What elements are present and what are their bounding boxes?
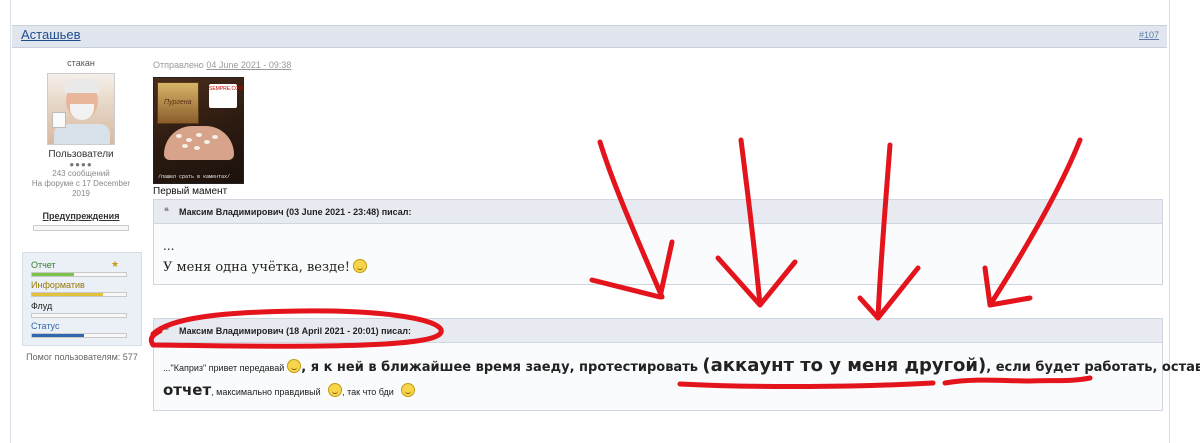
signature-badge-text: SEMPRE.COM xyxy=(209,86,244,92)
cup-icon xyxy=(52,112,66,128)
rep-bar-otchet xyxy=(31,272,127,277)
rep-label-status: Статус xyxy=(31,321,60,331)
quote1-text: У меня одна учётка, везде! xyxy=(163,259,368,275)
rep-label-informativ: Информатив xyxy=(31,280,85,290)
quote2-part3: (аккаунт то у меня другой) xyxy=(702,355,987,376)
signature-badge: SEMPRE.COM xyxy=(209,84,244,108)
rep-label-flud: Флуд xyxy=(31,301,53,311)
posted-date: Отправлено 04 June 2021 - 09:38 xyxy=(153,60,291,70)
rep-bar-flud xyxy=(31,313,127,318)
cool-icon xyxy=(328,383,343,397)
warnings-bar xyxy=(33,225,129,231)
post-number-link[interactable]: #107 xyxy=(1139,30,1159,40)
bean xyxy=(194,146,200,150)
quote-icon: ❝ xyxy=(164,206,169,216)
medal-icon: ★ xyxy=(111,259,120,269)
user-group: Пользователи xyxy=(48,149,114,160)
quote2-part2: , я к ней в ближайшее время заеду, проте… xyxy=(301,360,698,375)
join-date: На форуме с 17 December 2019 xyxy=(31,179,131,198)
quote2-part5: отчет xyxy=(163,381,212,399)
rank-dots: ●●●● xyxy=(69,160,93,169)
smile-icon xyxy=(401,383,416,397)
user-title: стакан xyxy=(67,58,95,68)
bean xyxy=(182,144,188,148)
quote1-text-content: У меня одна учётка, везде! xyxy=(163,260,351,275)
quote2-part4: , если будет работать, оставлю xyxy=(986,360,1200,375)
quote-block-1: ❝ Максим Владимирович (03 June 2021 - 23… xyxy=(153,199,1163,285)
quote2-part1: ..."Каприз" привет передавай xyxy=(163,363,285,373)
avatar[interactable] xyxy=(47,73,115,145)
bean xyxy=(186,138,192,142)
author-link[interactable]: Асташьев xyxy=(21,27,81,42)
rep-fill-status xyxy=(32,334,84,337)
posted-date-link[interactable]: 04 June 2021 - 09:38 xyxy=(206,60,291,70)
signature-pack: Пургена xyxy=(157,82,199,124)
warnings-link[interactable]: Предупреждения xyxy=(22,211,140,221)
reputation-box: Отчет ★ Информатив Флуд Статус xyxy=(22,252,142,346)
quote-icon: ❝ xyxy=(164,325,169,335)
rep-label-otchet: Отчет xyxy=(31,260,56,270)
signature-caption: /пашел срать в каментах/ xyxy=(158,174,231,180)
quote1-ellipsis: ... xyxy=(163,239,175,253)
signature-image: Пургена SEMPRE.COM /пашел срать в камент… xyxy=(153,77,244,184)
user-info-panel: стакан Пользователи ●●●● 243 сообщений Н… xyxy=(22,58,140,231)
quote2-part6: , максимально правдивый xyxy=(211,387,321,397)
rep-bar-informativ xyxy=(31,292,127,297)
rep-bar-status xyxy=(31,333,127,338)
posted-prefix: Отправлено xyxy=(153,60,204,70)
quote-author-1: Максим Владимирович (03 June 2021 - 23:4… xyxy=(179,207,412,217)
quote-block-2: ❝ Максим Владимирович (18 April 2021 - 2… xyxy=(153,318,1200,411)
smile-icon xyxy=(287,359,302,373)
bean xyxy=(196,133,202,137)
rep-fill-informativ xyxy=(32,293,103,296)
quote-header-1: ❝ Максим Владимирович (03 June 2021 - 23… xyxy=(154,200,1162,224)
post-count: 243 сообщений xyxy=(52,169,110,178)
helped-count: Помог пользователям: 577 xyxy=(26,352,138,362)
post-text-first: Первый мамент xyxy=(153,186,228,197)
quote2-part7: , так что бди xyxy=(342,387,394,397)
bean xyxy=(204,140,210,144)
signature-hand xyxy=(164,126,234,160)
smile-icon xyxy=(353,259,368,273)
signature-pack-label: Пургена xyxy=(164,99,192,106)
avatar-hair xyxy=(64,79,100,93)
bean xyxy=(176,134,182,138)
quote-header-2: ❝ Максим Владимирович (18 April 2021 - 2… xyxy=(154,319,1162,343)
bean xyxy=(212,135,218,139)
post-header: Асташьев #107 xyxy=(12,25,1167,48)
quote-author-2: Максим Владимирович (18 April 2021 - 20:… xyxy=(179,326,411,336)
rep-fill-otchet xyxy=(32,273,75,276)
quote2-text: ..."Каприз" привет передавай , я к ней в … xyxy=(163,355,1200,403)
